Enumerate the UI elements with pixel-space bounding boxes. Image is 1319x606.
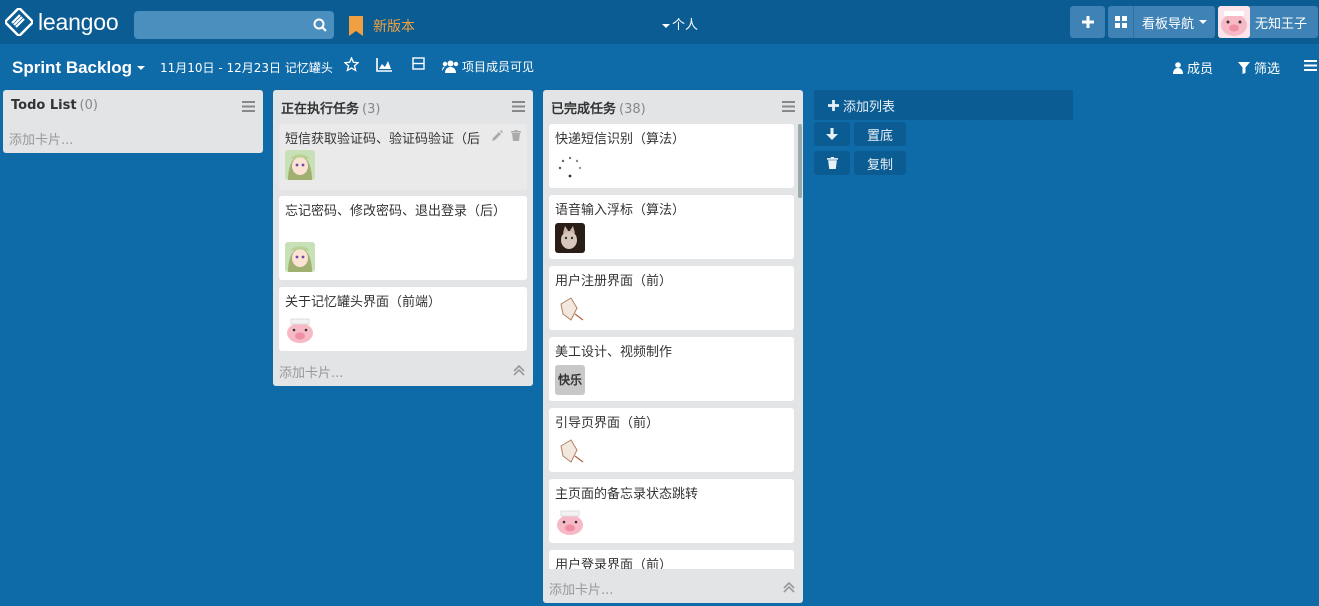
caret-down-icon <box>662 23 670 28</box>
add-card-link[interactable]: 添加卡片... <box>279 362 343 381</box>
plus-icon <box>828 99 839 111</box>
visibility-label: 项目成员可见 <box>462 60 535 74</box>
chart-icon[interactable] <box>376 57 393 72</box>
card-title: 语音输入浮标（算法） <box>555 203 686 218</box>
app-logo[interactable]: leangoo <box>5 8 119 36</box>
bookmark-icon <box>349 16 363 36</box>
anime-avatar <box>285 242 315 272</box>
list-scrollbar[interactable] <box>798 124 802 198</box>
list-count: (0) <box>79 98 98 113</box>
filter-icon <box>1238 61 1250 74</box>
card[interactable]: 主页面的备忘录状态跳转 <box>549 479 794 543</box>
pig-avatar <box>555 507 585 537</box>
add-card-link[interactable]: 添加卡片... <box>9 129 73 148</box>
filter-button[interactable]: 筛选 <box>1238 58 1280 77</box>
date-range: 11月10日 - 12月23日 <box>160 61 282 75</box>
text-avatar: 快乐 <box>555 365 585 395</box>
card[interactable]: 短信获取验证码、验证码验证（后 <box>279 124 527 190</box>
card-title: 引导页界面（前） <box>555 416 660 431</box>
list-todo: Todo List (0) 添加卡片... <box>3 90 263 153</box>
card-title: 短信获取验证码、验证码验证（后 <box>285 132 481 147</box>
board-title-text: Sprint Backlog <box>12 58 132 77</box>
card[interactable]: 快递短信识别（算法） <box>549 124 794 188</box>
collapse-up-icon[interactable] <box>513 365 525 376</box>
sketch-avatar <box>555 294 585 324</box>
card-scroll-area[interactable]: 快递短信识别（算法） 语音输入浮标（算法） 用户注册界面（前） 美工设计、视频制… <box>543 90 795 569</box>
card-tools <box>492 130 521 141</box>
members-label: 成员 <box>1187 62 1214 77</box>
search-input[interactable] <box>134 11 334 39</box>
chevron-down-icon <box>136 66 145 70</box>
add-button[interactable] <box>1070 6 1105 38</box>
loading-avatar <box>555 152 585 182</box>
add-list-label: 添加列表 <box>843 99 896 115</box>
card-title: 快递短信识别（算法） <box>555 132 686 147</box>
card[interactable]: 忘记密码、修改密码、退出登录（后） <box>279 196 527 280</box>
search-icon[interactable] <box>313 18 327 32</box>
filter-label: 筛选 <box>1254 62 1281 77</box>
layout-icon[interactable] <box>412 57 425 70</box>
menu-icon[interactable] <box>1304 60 1317 71</box>
star-icon[interactable] <box>344 57 359 72</box>
board-nav-label: 看板导航 <box>1141 16 1194 32</box>
board-nav-button[interactable]: 看板导航 <box>1133 6 1215 38</box>
list-count: (3) <box>362 102 381 117</box>
logo-text: leangoo <box>38 8 119 35</box>
board-dates: 11月10日 - 12月23日 记忆罐头 <box>160 59 333 76</box>
user-menu[interactable]: 无知王子 <box>1218 6 1318 38</box>
to-bottom-button[interactable]: 置底 <box>854 122 906 146</box>
arrow-down-icon <box>826 128 838 140</box>
new-version-link[interactable]: 新版本 <box>348 16 415 36</box>
card[interactable]: 用户登录界面（前） <box>549 550 794 569</box>
card-title: 主页面的备忘录状态跳转 <box>555 487 699 502</box>
list-in-progress: 正在执行任务 (3) 短信获取验证码、验证码验证（后 忘记密码、修改密码、退出登录… <box>273 90 533 386</box>
card-title: 用户登录界面（前） <box>555 558 673 569</box>
chevron-down-icon <box>1199 20 1207 24</box>
leangoo-logo-icon <box>5 8 33 36</box>
card[interactable]: 引导页界面（前） <box>549 408 794 472</box>
list-title: Todo List <box>11 98 77 113</box>
list-header[interactable]: 正在执行任务 (3) <box>281 98 380 117</box>
cat-avatar <box>555 223 585 253</box>
move-down-button[interactable] <box>814 122 850 146</box>
project-name[interactable]: 记忆罐头 <box>285 61 333 75</box>
card-title: 关于记忆罐头界面（前端） <box>285 295 442 310</box>
card-title: 美工设计、视频制作 <box>555 345 673 360</box>
users-icon <box>442 60 459 73</box>
trash-icon <box>826 157 838 169</box>
copy-button[interactable]: 复制 <box>854 151 906 175</box>
members-button[interactable]: 成员 <box>1173 58 1213 77</box>
card-title: 忘记密码、修改密码、退出登录（后） <box>285 204 507 219</box>
card[interactable]: 语音输入浮标（算法） <box>549 195 794 259</box>
list-header[interactable]: Todo List (0) <box>11 98 98 113</box>
list-menu-icon[interactable] <box>242 101 255 112</box>
trash-icon[interactable] <box>511 130 521 141</box>
personal-dropdown[interactable]: 个人 <box>662 14 698 33</box>
user-name: 无知王子 <box>1255 16 1308 32</box>
sketch-avatar <box>555 436 585 466</box>
user-icon <box>1173 61 1183 74</box>
pencil-icon[interactable] <box>492 130 503 141</box>
user-avatar <box>1218 6 1250 38</box>
pig-avatar <box>285 315 315 345</box>
delete-button[interactable] <box>814 151 850 175</box>
personal-label: 个人 <box>672 18 699 33</box>
list-menu-icon[interactable] <box>512 101 525 112</box>
anime-avatar <box>285 150 315 180</box>
plus-icon <box>1081 16 1094 28</box>
visibility-setting[interactable]: 项目成员可见 <box>442 58 534 75</box>
board-grid-button[interactable] <box>1108 6 1133 38</box>
card[interactable]: 美工设计、视频制作 快乐 <box>549 337 794 401</box>
collapse-up-icon[interactable] <box>783 582 795 593</box>
new-version-label: 新版本 <box>373 19 415 35</box>
list-title: 正在执行任务 <box>281 102 360 117</box>
list-done: 已完成任务 (38) 快递短信识别（算法） 语音输入浮标（算法） 用户注册界面（前… <box>543 90 803 603</box>
add-card-link[interactable]: 添加卡片... <box>549 579 613 598</box>
grid-icon <box>1114 16 1127 28</box>
card[interactable]: 关于记忆罐头界面（前端） <box>279 287 527 351</box>
card-title: 用户注册界面（前） <box>555 274 673 289</box>
add-list-button[interactable]: 添加列表 <box>814 90 1073 120</box>
board-title[interactable]: Sprint Backlog <box>12 58 145 78</box>
card[interactable]: 用户注册界面（前） <box>549 266 794 330</box>
